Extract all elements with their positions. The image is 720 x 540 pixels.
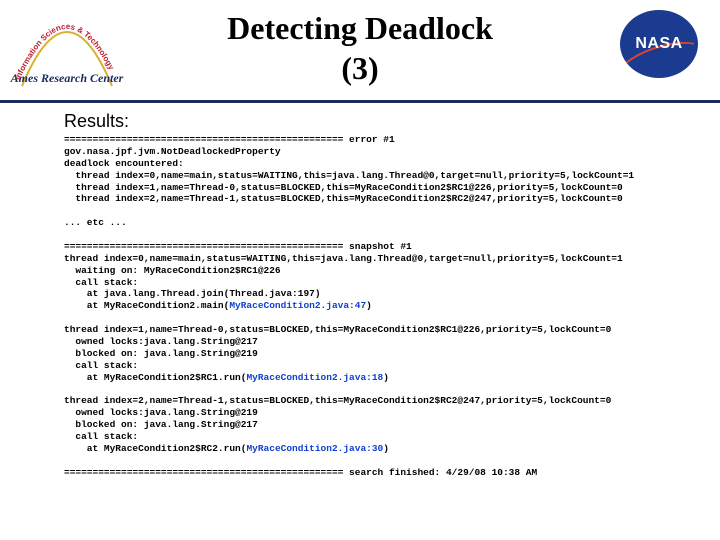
snap-thread-0-waiting: waiting on: MyRaceCondition2$RC1@226 [64, 265, 281, 276]
snap-thread-2-stack-1-post: ) [383, 443, 389, 454]
results-heading: Results: [64, 111, 720, 132]
snap-thread-1-stack-1-post: ) [383, 372, 389, 383]
title-line-1: Detecting Deadlock [227, 10, 493, 46]
snap-thread-0-stack-2-pre: at MyRaceCondition2.main( [64, 300, 229, 311]
nasa-logo-text: NASA [635, 35, 682, 53]
snap-thread-1-owned: owned locks:java.lang.String@217 [64, 336, 258, 347]
snap-thread-0-head: thread index=0,name=main,status=WAITING,… [64, 253, 623, 264]
error-separator: ========================================… [64, 134, 395, 145]
nasa-logo: NASA [620, 10, 698, 78]
snapshot-separator: ========================================… [64, 241, 412, 252]
error-class: gov.nasa.jpf.jvm.NotDeadlockedProperty [64, 146, 281, 157]
snap-thread-1-blocked: blocked on: java.lang.String@219 [64, 348, 258, 359]
snap-thread-2-callstack-label: call stack: [64, 431, 138, 442]
ames-research-center-logo: Ames Research Center Information Science… [2, 8, 132, 100]
error-thread-1: thread index=1,name=Thread-0,status=BLOC… [64, 182, 623, 193]
error-thread-2: thread index=2,name=Thread-1,status=BLOC… [64, 193, 623, 204]
snap-thread-0-stack-2-post: ) [366, 300, 372, 311]
snap-thread-2-stack-1-pre: at MyRaceCondition2$RC2.run( [64, 443, 246, 454]
console-output: ========================================… [64, 134, 710, 478]
snap-thread-0-callstack-label: call stack: [64, 277, 138, 288]
snap-thread-1-callstack-label: call stack: [64, 360, 138, 371]
snap-thread-2-owned: owned locks:java.lang.String@219 [64, 407, 258, 418]
slide-header: Ames Research Center Information Science… [0, 0, 720, 103]
snap-thread-2-blocked: blocked on: java.lang.String@217 [64, 419, 258, 430]
snap-thread-1-head: thread index=1,name=Thread-0,status=BLOC… [64, 324, 611, 335]
source-link[interactable]: MyRaceCondition2.java:18 [246, 372, 383, 383]
source-link[interactable]: MyRaceCondition2.java:47 [229, 300, 366, 311]
title-line-2: (3) [341, 50, 378, 86]
snap-thread-2-head: thread index=2,name=Thread-1,status=BLOC… [64, 395, 611, 406]
snap-thread-0-stack-1: at java.lang.Thread.join(Thread.java:197… [64, 288, 321, 299]
error-thread-0: thread index=0,name=main,status=WAITING,… [64, 170, 634, 181]
ames-text: Ames Research Center [10, 71, 124, 85]
etc-ellipsis: ... etc ... [64, 217, 127, 228]
snap-thread-1-stack-1-pre: at MyRaceCondition2$RC1.run( [64, 372, 246, 383]
source-link[interactable]: MyRaceCondition2.java:30 [246, 443, 383, 454]
deadlock-encountered: deadlock encountered: [64, 158, 184, 169]
search-finished: ========================================… [64, 467, 537, 478]
